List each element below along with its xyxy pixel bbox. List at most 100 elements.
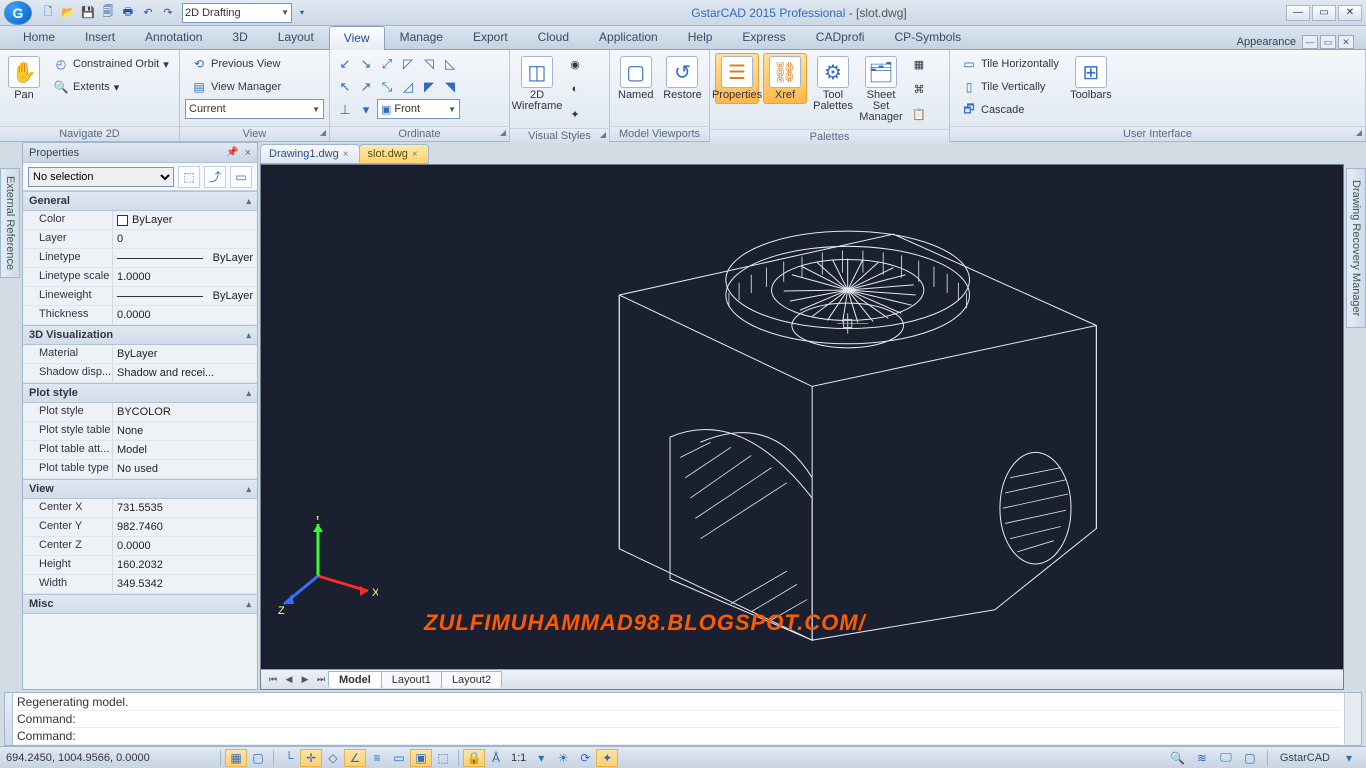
polar-toggle[interactable]: ✛	[300, 749, 322, 767]
palette-icon-1[interactable]: ▦	[907, 53, 931, 75]
quickselect-icon[interactable]: ⬚	[178, 166, 200, 188]
minimize-icon[interactable]: —	[1286, 5, 1310, 21]
drawing-area[interactable]: X Y Z ZULFIMUHAMMAD98.BLOGSPOT.COM/ ⏮ ◀ …	[260, 164, 1344, 690]
vs-icon-3[interactable]: ✦	[563, 103, 587, 125]
vs-icon-1[interactable]: ◉	[563, 53, 587, 75]
props-row[interactable]: Center Y982.7460	[23, 518, 257, 537]
props-section-header[interactable]: Plot style▴	[23, 383, 257, 403]
ordinate-front-dropdown[interactable]: ▣Front▼	[377, 99, 460, 119]
new-icon[interactable]: 🗋	[39, 4, 57, 22]
doc-tab-slot[interactable]: slot.dwg×	[359, 144, 429, 164]
ord-icon[interactable]: ⤡	[377, 76, 397, 98]
pin-icon[interactable]: 📌	[226, 147, 238, 158]
clean-icon[interactable]: ▢	[1239, 749, 1261, 767]
props-row[interactable]: MaterialByLayer	[23, 345, 257, 364]
otrack-toggle[interactable]: ∠	[344, 749, 366, 767]
layout-tab-1[interactable]: Layout1	[381, 671, 442, 688]
ord-icon[interactable]: ◥	[440, 76, 460, 98]
properties-palette-button[interactable]: ☰Properties	[715, 53, 759, 104]
command-window[interactable]: Regenerating model. Command: Command:	[4, 692, 1362, 746]
tab-annotation[interactable]: Annotation	[130, 25, 217, 49]
tab-help[interactable]: Help	[673, 25, 728, 49]
cascade-button[interactable]: 🗗Cascade	[955, 99, 1065, 121]
scale-readout[interactable]: 1:1	[507, 752, 530, 764]
pan-button[interactable]: ✋Pan	[5, 53, 43, 104]
tab-cadprofi[interactable]: CADprofi	[801, 25, 880, 49]
tab-manage[interactable]: Manage	[385, 25, 458, 49]
selectobjects-icon[interactable]: ▭	[230, 166, 252, 188]
layout-last-icon[interactable]: ⏭	[313, 672, 329, 688]
props-section-header[interactable]: View▴	[23, 479, 257, 499]
cmd-scrollbar[interactable]	[1344, 693, 1361, 745]
props-row[interactable]: Plot style tableNone	[23, 422, 257, 441]
tab-layout[interactable]: Layout	[263, 25, 329, 49]
ord-icon[interactable]: ◺	[440, 53, 460, 75]
props-row[interactable]: Width349.5342	[23, 575, 257, 594]
tab-insert[interactable]: Insert	[70, 25, 130, 49]
props-row[interactable]: ColorByLayer	[23, 211, 257, 230]
tab-express[interactable]: Express	[727, 25, 800, 49]
tab-3d[interactable]: 3D	[217, 25, 262, 49]
cmd-grip-icon[interactable]	[5, 693, 13, 745]
qat-more-icon[interactable]: ▾	[293, 4, 311, 22]
save-icon[interactable]: 💾	[79, 4, 97, 22]
doc-restore-icon[interactable]: ▭	[1320, 35, 1336, 49]
annoscale-icon[interactable]: Å	[485, 749, 507, 767]
vs-icon-2[interactable]: ◐	[563, 78, 587, 100]
doc-tab-drawing1[interactable]: Drawing1.dwg×	[260, 144, 360, 164]
osnap-toggle[interactable]: ◇	[322, 749, 344, 767]
undo-icon[interactable]: ↶	[139, 4, 157, 22]
monitor-icon[interactable]: 🖵	[1215, 749, 1237, 767]
tab-cloud[interactable]: Cloud	[523, 25, 584, 49]
ord-icon[interactable]: ◤	[419, 76, 439, 98]
annovis-icon[interactable]: ☀	[552, 749, 574, 767]
ord-icon[interactable]: ↘	[356, 53, 376, 75]
redo-icon[interactable]: ↷	[159, 4, 177, 22]
appearance-button[interactable]: Appearance	[1237, 36, 1296, 48]
props-row[interactable]: Height160.2032	[23, 556, 257, 575]
layout-next-icon[interactable]: ▶	[297, 672, 313, 688]
view-manager-button[interactable]: ▤View Manager	[185, 76, 324, 98]
doc-tab-close-icon[interactable]: ×	[412, 149, 418, 160]
props-row[interactable]: Center Z0.0000	[23, 537, 257, 556]
ord-icon[interactable]: ↙	[335, 53, 355, 75]
doc-minimize-icon[interactable]: —	[1302, 35, 1318, 49]
panel-close-icon[interactable]: ×	[245, 147, 251, 159]
props-row[interactable]: Thickness0.0000	[23, 306, 257, 325]
props-section-header[interactable]: General▴	[23, 191, 257, 211]
props-section-header[interactable]: 3D Visualization▴	[23, 325, 257, 345]
constrained-orbit-button[interactable]: ◴Constrained Orbit ▾	[47, 53, 175, 75]
maximize-icon[interactable]: ▭	[1312, 5, 1336, 21]
dyn-toggle[interactable]: ▭	[388, 749, 410, 767]
props-row[interactable]: LinetypeByLayer	[23, 249, 257, 268]
props-row[interactable]: Plot table typeNo used	[23, 460, 257, 479]
previous-view-button[interactable]: ⟲Previous View	[185, 53, 324, 75]
grid-toggle[interactable]: ▢	[247, 749, 269, 767]
ord-icon[interactable]: ▾	[356, 99, 376, 121]
props-row[interactable]: Plot table att...Model	[23, 441, 257, 460]
saveall-icon[interactable]: 🗐	[99, 4, 117, 22]
tab-application[interactable]: Application	[584, 25, 673, 49]
sheetset-button[interactable]: 🗂Sheet Set Manager	[859, 53, 903, 126]
tab-export[interactable]: Export	[458, 25, 523, 49]
close-icon[interactable]: ✕	[1338, 5, 1362, 21]
drawing-recovery-panel[interactable]: Drawing Recovery Manager	[1346, 168, 1366, 328]
named-viewport-button[interactable]: ▢Named	[615, 53, 656, 104]
toolbars-button[interactable]: ⊞Toolbars	[1069, 53, 1113, 104]
app-logo[interactable]: G	[4, 1, 32, 25]
pickadd-icon[interactable]: ⤴	[204, 166, 226, 188]
layout-prev-icon[interactable]: ◀	[281, 672, 297, 688]
lwt-toggle[interactable]: ≡	[366, 749, 388, 767]
ortho-toggle[interactable]: └	[278, 749, 300, 767]
palette-icon-3[interactable]: 📋	[907, 103, 931, 125]
xref-palette-button[interactable]: ⛓Xref	[763, 53, 807, 104]
scale-dd-icon[interactable]: ▾	[530, 749, 552, 767]
layout-first-icon[interactable]: ⏮	[265, 672, 281, 688]
open-icon[interactable]: 📂	[59, 4, 77, 22]
palette-icon-2[interactable]: ⌘	[907, 78, 931, 100]
magnifier-icon[interactable]: 🔍	[1167, 749, 1189, 767]
ord-icon[interactable]: ◿	[398, 76, 418, 98]
view-current-dropdown[interactable]: Current▼	[185, 99, 324, 119]
snap-toggle[interactable]: ▦	[225, 749, 247, 767]
model-toggle[interactable]: ▣	[410, 749, 432, 767]
